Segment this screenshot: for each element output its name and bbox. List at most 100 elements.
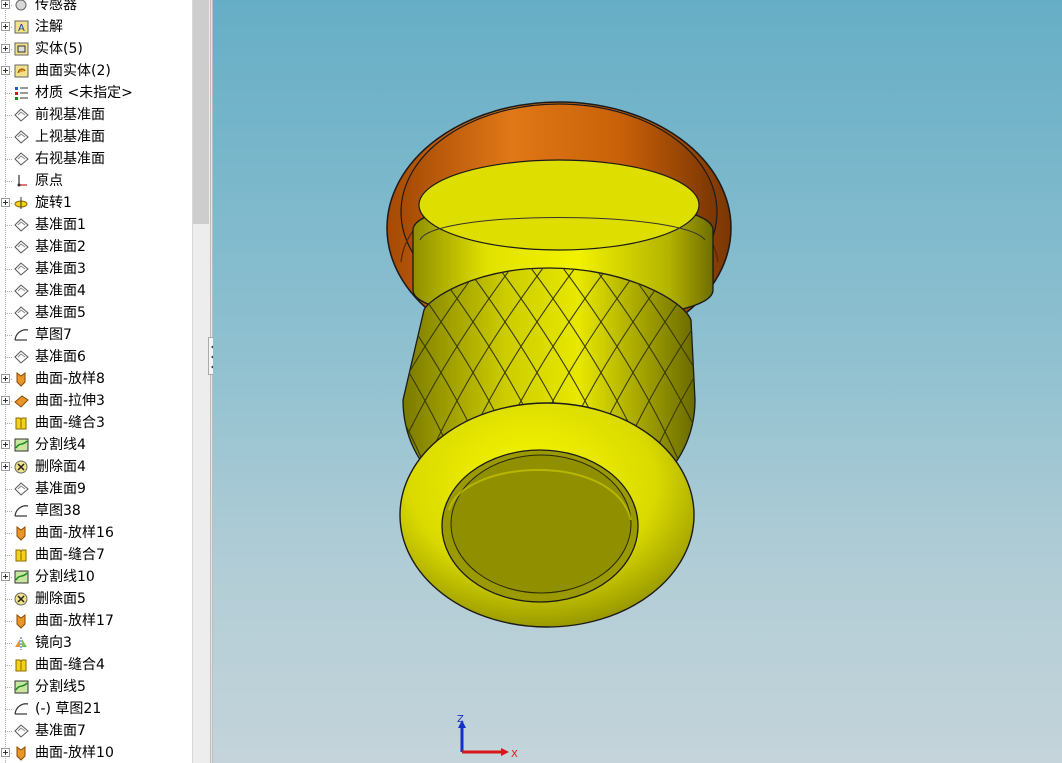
tree-item-label: 镜向3 — [35, 635, 72, 651]
material-icon — [13, 85, 30, 101]
tree-item[interactable]: 曲面-缝合4 — [0, 654, 192, 676]
knurl-line — [403, 268, 420, 520]
tree-item[interactable]: 基准面5 — [0, 302, 192, 324]
tree-item[interactable]: 基准面3 — [0, 258, 192, 280]
tree-item[interactable]: 分割线4 — [0, 434, 192, 456]
tree-item-label: 曲面-放样10 — [35, 745, 114, 761]
tree-item[interactable]: 分割线5 — [0, 676, 192, 698]
tree-item-label: 曲面-缝合4 — [35, 657, 105, 673]
tree-item-label: 材质 <未指定> — [35, 85, 133, 101]
tree-item[interactable]: 曲面-放样16 — [0, 522, 192, 544]
split-line-icon — [13, 679, 30, 695]
plane-icon — [13, 107, 30, 123]
surface-knit-icon — [13, 547, 30, 563]
knurl-line — [213, 260, 227, 530]
expand-toggle-icon[interactable] — [1, 396, 10, 405]
tree-connector — [5, 665, 12, 666]
tree-item[interactable]: 曲面-缝合7 — [0, 544, 192, 566]
tree-item[interactable]: A 注解 — [0, 16, 192, 38]
tree-item-label: 基准面3 — [35, 261, 86, 277]
tree-item[interactable]: 草图7 — [0, 324, 192, 346]
tree-item-label: 草图7 — [35, 327, 72, 343]
tree-item[interactable]: 曲面实体(2) — [0, 60, 192, 82]
tree-connector — [5, 137, 12, 138]
expand-toggle-icon[interactable] — [1, 462, 10, 471]
tree-item[interactable]: 基准面2 — [0, 236, 192, 258]
tree-connector — [5, 115, 12, 116]
tree-connector — [5, 489, 12, 490]
knurl-line — [879, 260, 1029, 530]
tree-item[interactable]: 草图38 — [0, 500, 192, 522]
knurl-line — [237, 260, 387, 530]
knurl-line — [213, 260, 355, 530]
surface-knit-icon — [13, 657, 30, 673]
plane-icon — [13, 349, 30, 365]
knurl-line — [847, 260, 997, 530]
expand-toggle-icon[interactable] — [1, 572, 10, 581]
tree-item-label: 基准面2 — [35, 239, 86, 255]
tree-item[interactable]: 基准面7 — [0, 720, 192, 742]
tree-connector — [5, 731, 12, 732]
tree-item-label: 曲面-缝合7 — [35, 547, 105, 563]
expand-toggle-icon[interactable] — [1, 748, 10, 757]
tree-item[interactable]: 原点 — [0, 170, 192, 192]
tree-connector — [5, 511, 12, 512]
tree-item[interactable]: 传感器 — [0, 0, 192, 16]
tree-item[interactable]: 旋转1 — [0, 192, 192, 214]
plane-icon — [13, 305, 30, 321]
graphics-viewport[interactable]: Z X — [213, 0, 1062, 763]
split-line-icon — [13, 437, 30, 453]
knurl-line — [213, 260, 259, 530]
tree-item-label: 前视基准面 — [35, 107, 105, 123]
tree-connector — [5, 599, 12, 600]
expand-toggle-icon[interactable] — [1, 44, 10, 53]
expand-toggle-icon[interactable] — [1, 374, 10, 383]
tree-item[interactable]: 基准面1 — [0, 214, 192, 236]
tree-connector — [5, 709, 12, 710]
tree-item[interactable]: 曲面-缝合3 — [0, 412, 192, 434]
tree-item[interactable]: 删除面4 — [0, 456, 192, 478]
expand-toggle-icon[interactable] — [1, 66, 10, 75]
tree-item-label: 删除面5 — [35, 591, 86, 607]
expand-toggle-icon[interactable] — [1, 440, 10, 449]
surface-extrude-icon — [13, 393, 30, 409]
tree-item[interactable]: 基准面4 — [0, 280, 192, 302]
tree-connector — [5, 335, 12, 336]
tree-item-label: 基准面1 — [35, 217, 86, 233]
tree-item[interactable]: 镜向3 — [0, 632, 192, 654]
knurl-line — [213, 260, 291, 530]
surface-loft-icon — [13, 371, 30, 387]
tree-item[interactable]: 删除面5 — [0, 588, 192, 610]
model-view[interactable] — [213, 0, 1062, 763]
revolve-icon — [13, 195, 30, 211]
tree-item[interactable]: 基准面6 — [0, 346, 192, 368]
tree-item-label: 曲面-放样16 — [35, 525, 114, 541]
tree-connector — [5, 423, 12, 424]
end-cap[interactable] — [399, 402, 695, 628]
tree-item-label: 基准面4 — [35, 283, 86, 299]
tree-item-label: 曲面-缝合3 — [35, 415, 105, 431]
tree-item[interactable]: 右视基准面 — [0, 148, 192, 170]
tree-item[interactable]: 前视基准面 — [0, 104, 192, 126]
tree-item[interactable]: 曲面-放样10 — [0, 742, 192, 763]
plane-icon — [13, 151, 30, 167]
tree-item[interactable]: 材质 <未指定> — [0, 82, 192, 104]
tree-item[interactable]: 上视基准面 — [0, 126, 192, 148]
expand-toggle-icon[interactable] — [1, 0, 10, 9]
tree-item[interactable]: 曲面-放样8 — [0, 368, 192, 390]
tree-item[interactable]: 基准面9 — [0, 478, 192, 500]
tree-scrollbar-thumb[interactable] — [193, 0, 209, 224]
tree-item-label: 曲面实体(2) — [35, 63, 111, 79]
expand-toggle-icon[interactable] — [1, 198, 10, 207]
surface-loft-icon — [13, 745, 30, 761]
tree-item[interactable]: 实体(5) — [0, 38, 192, 60]
tree-item[interactable]: 曲面-放样17 — [0, 610, 192, 632]
tree-item[interactable]: 分割线10 — [0, 566, 192, 588]
tree-item[interactable]: (-) 草图21 — [0, 698, 192, 720]
plane-icon — [13, 723, 30, 739]
knurl-line — [213, 260, 323, 530]
sketch-icon — [13, 327, 30, 343]
knurl-line — [815, 260, 965, 530]
expand-toggle-icon[interactable] — [1, 22, 10, 31]
tree-item[interactable]: 曲面-拉伸3 — [0, 390, 192, 412]
